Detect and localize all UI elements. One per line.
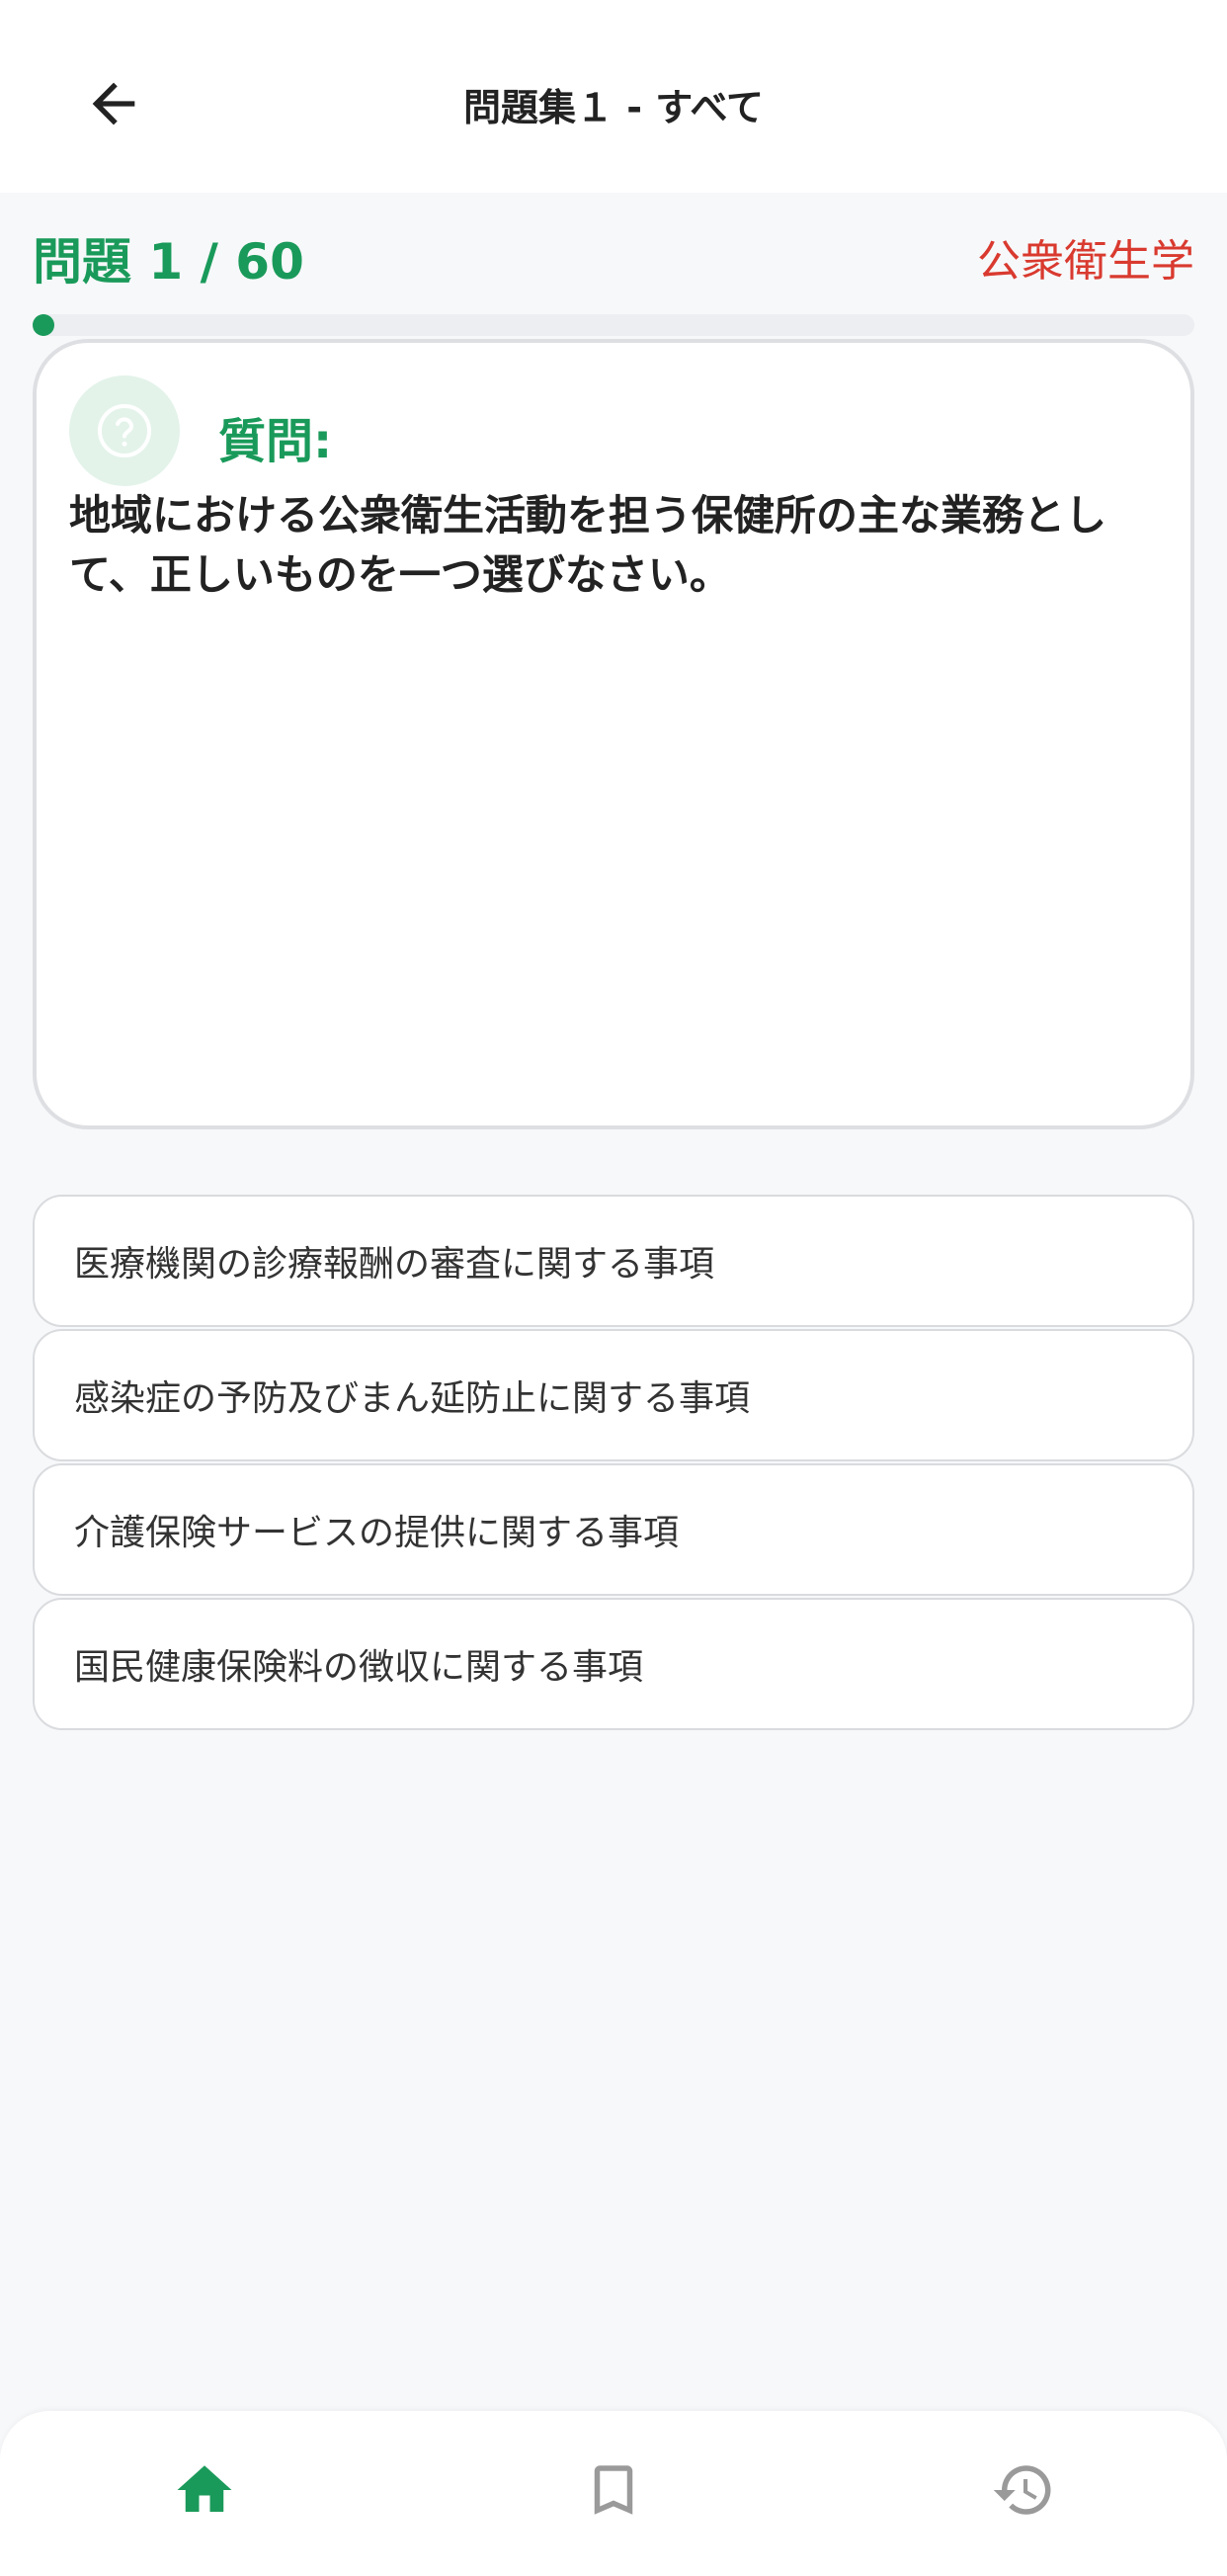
question-circle-icon: [98, 404, 151, 457]
nav-bookmarks[interactable]: [574, 2451, 653, 2530]
question-card: 質問: 地域における公衆衛生活動を担う保健所の主な業務として、正しいものを一つ選…: [33, 339, 1194, 1129]
question-badge: [69, 375, 180, 486]
answer-option-3[interactable]: 介護保険サービスの提供に関する事項: [33, 1463, 1194, 1596]
category-label: 公衆衛生学: [977, 236, 1194, 287]
question-label: 質問:: [218, 414, 333, 469]
nav-home[interactable]: [165, 2451, 244, 2530]
quiz-screen: 問題集１ - すべて 問題 1 / 60 公衆衛生学 質問: 地域における公衆衛…: [0, 0, 1227, 2576]
answer-option-1[interactable]: 医療機関の診療報酬の審査に関する事項: [33, 1195, 1194, 1327]
app-header: 問題集１ - すべて: [0, 0, 1227, 193]
answer-options: 医療機関の診療報酬の審査に関する事項 感染症の予防及びまん延防止に関する事項 介…: [33, 1195, 1194, 1732]
question-text: 地域における公衆衛生活動を担う保健所の主な業務として、正しいものを一つ選びなさい…: [69, 491, 1107, 599]
progress-bar: [33, 314, 1194, 336]
home-icon: [177, 2465, 232, 2512]
progress-fill: [33, 314, 54, 336]
page-title: 問題集１ - すべて: [462, 86, 765, 129]
bookmark-icon: [594, 2465, 633, 2515]
answer-option-2[interactable]: 感染症の予防及びまん延防止に関する事項: [33, 1329, 1194, 1461]
answer-option-4[interactable]: 国民健康保険料の徴収に関する事項: [33, 1598, 1194, 1730]
bottom-navigation: [0, 2411, 1227, 2576]
nav-history[interactable]: [984, 2451, 1063, 2530]
question-counter: 問題 1 / 60: [33, 233, 304, 291]
history-icon: [993, 2465, 1051, 2515]
